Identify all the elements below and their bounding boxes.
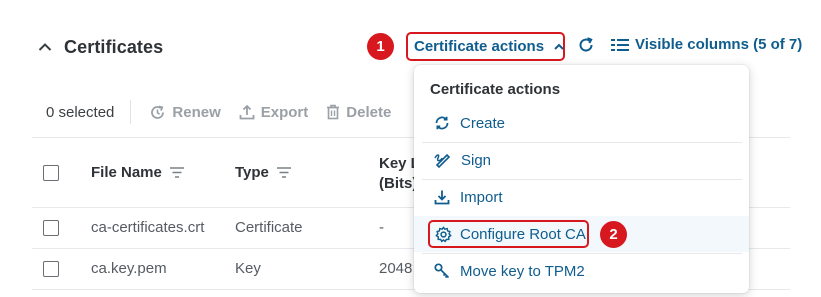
sync-icon [435,116,449,130]
cell-file-name: ca-certificates.crt [91,219,205,236]
menu-item-sign-label: Sign [461,151,492,169]
renew-button[interactable]: Renew [149,103,221,121]
trash-icon [327,104,340,120]
menu-item-sign[interactable]: Sign [414,142,749,178]
menu-item-create[interactable]: Create [414,105,749,141]
menu-item-configure-root-ca[interactable]: Configure Root CA [428,220,589,248]
certificate-actions-button[interactable]: Certificate actions [406,32,565,61]
cell-key-length: - [379,219,384,236]
annotation-step-2: 2 [600,221,627,248]
menu-title: Certificate actions [430,81,561,98]
key-icon [434,263,450,279]
section-title: Certificates [64,36,164,57]
collapse-chevron-up-icon[interactable] [36,38,54,56]
cell-type: Key [235,260,261,277]
visible-columns-button[interactable]: Visible columns (5 of 7) [611,36,802,53]
export-label: Export [260,103,309,121]
menu-item-configure-root-ca-label: Configure Root CA [460,225,586,243]
menu-item-import-label: Import [460,188,503,206]
renew-icon [151,105,165,119]
certificate-actions-menu: Certificate actions Create Sign Import M… [414,65,749,293]
certificate-actions-label: Certificate actions [414,38,545,55]
filter-icon[interactable] [276,167,291,178]
cell-type: Certificate [235,219,303,236]
chevron-up-icon [554,43,564,50]
bulk-actions-toolbar: 0 selected Renew Export Delete [46,100,409,124]
delete-label: Delete [346,103,392,121]
visible-columns-label: Visible columns (5 of 7) [635,36,803,53]
menu-item-create-label: Create [460,114,506,132]
select-all-checkbox[interactable] [43,165,59,181]
menu-item-import[interactable]: Import [414,179,749,215]
menu-item-move-key-label: Move key to TPM2 [460,262,585,280]
signature-icon [434,153,451,168]
column-header-type[interactable]: Type [235,164,291,181]
cell-file-name: ca.key.pem [91,260,167,277]
gear-icon [435,226,452,242]
selected-count: 0 selected [46,103,115,121]
refresh-icon[interactable] [577,36,595,54]
column-header-file-name[interactable]: File Name [91,164,184,181]
row-checkbox[interactable] [43,220,59,236]
annotation-step-1: 1 [367,33,394,60]
menu-item-move-key-to-tpm2[interactable]: Move key to TPM2 [414,253,749,289]
delete-button[interactable]: Delete [326,104,391,121]
columns-icon [611,38,629,51]
renew-label: Renew [172,103,221,121]
filter-icon[interactable] [169,167,184,178]
toolbar-divider [130,100,132,124]
upload-icon [239,104,255,120]
row-checkbox[interactable] [43,261,59,277]
download-icon [434,190,450,205]
cell-key-length: 2048 [379,260,413,277]
export-button[interactable]: Export [239,103,309,121]
section-header: Certificates [36,33,163,61]
